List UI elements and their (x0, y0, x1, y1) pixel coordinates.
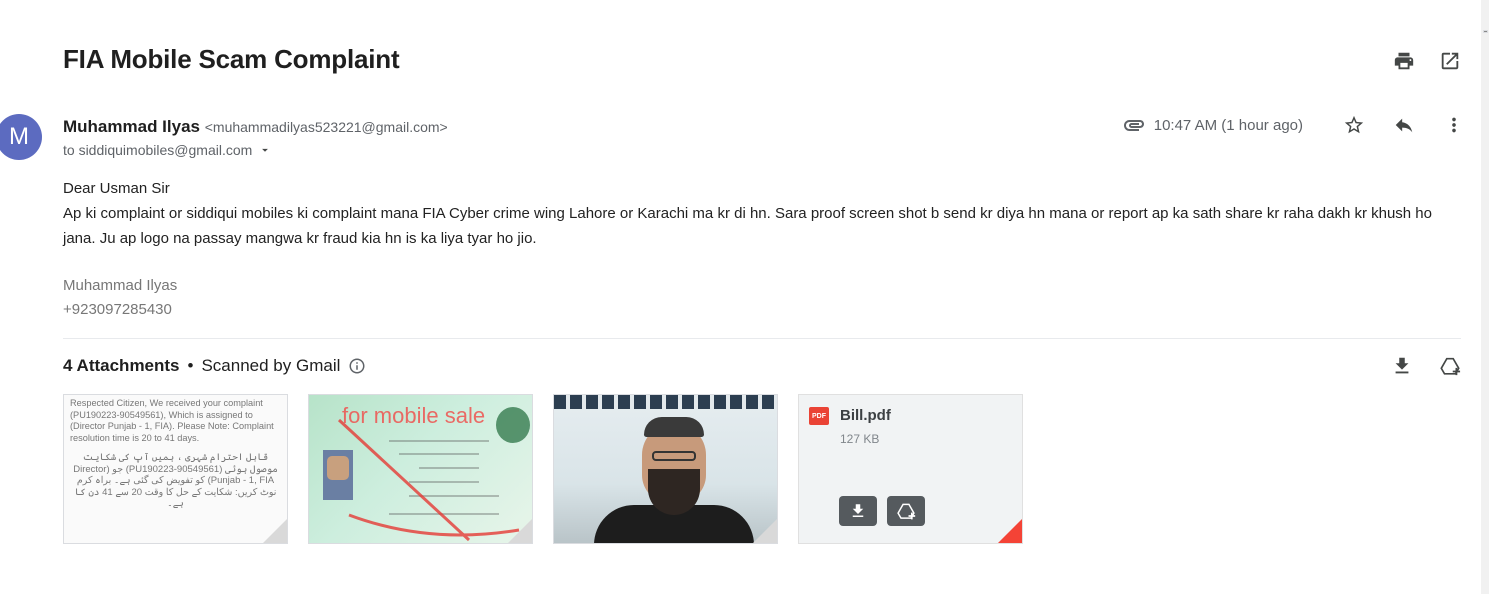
photo-glasses (652, 451, 696, 461)
pdf-corner (998, 519, 1022, 543)
star-button[interactable] (1343, 114, 1365, 136)
attachment-thumbnails: Respected Citizen, We received your comp… (63, 394, 1023, 544)
signature: Muhammad Ilyas +923097285430 (63, 274, 177, 322)
thumbnail-corner (753, 519, 777, 543)
scrollbar-thumb[interactable] (1483, 30, 1488, 33)
scanned-label: Scanned by Gmail (201, 356, 341, 375)
chevron-down-icon (262, 148, 269, 152)
message-body: Dear Usman Sir Ap ki complaint or siddiq… (63, 176, 1468, 251)
attachments-actions (1391, 355, 1461, 377)
more-vert-icon (1452, 117, 1456, 133)
open-new-window-icon (1441, 52, 1459, 70)
download-all-button[interactable] (1391, 355, 1413, 377)
attachments-header: 4 Attachments • Scanned by Gmail (63, 356, 366, 376)
star-icon (1344, 115, 1364, 134)
add-to-drive-icon (1440, 357, 1461, 376)
print-button[interactable] (1393, 50, 1415, 72)
reply-icon (1395, 118, 1413, 133)
download-icon (1395, 357, 1409, 374)
reply-button[interactable] (1393, 114, 1415, 136)
recipient-text: to siddiquimobiles@gmail.com (63, 142, 253, 158)
complaint-english-text: Respected Citizen, We received your comp… (70, 398, 274, 443)
sender-name[interactable]: Muhammad Ilyas (63, 117, 200, 136)
sender-line: Muhammad Ilyas <muhammadilyas523221@gmai… (63, 117, 448, 137)
scan-info-button[interactable] (348, 357, 366, 375)
card-watermark: for mobile sale (342, 403, 486, 428)
top-actions (1393, 50, 1461, 72)
signature-phone: +923097285430 (63, 301, 172, 318)
pdf-filesize: 127 KB (840, 432, 880, 446)
pdf-filename: Bill.pdf (840, 407, 891, 424)
greeting: Dear Usman Sir (63, 180, 170, 197)
add-all-to-drive-button[interactable] (1439, 355, 1461, 377)
sender-email: <muhammadilyas523221@gmail.com> (204, 119, 448, 135)
sender-avatar[interactable]: M (0, 114, 42, 160)
download-icon (852, 504, 864, 517)
attachment-person-photo[interactable] (553, 394, 778, 544)
signature-name: Muhammad Ilyas (63, 277, 178, 294)
thumbnail-corner (508, 519, 532, 543)
photo-background-stripe (554, 395, 777, 409)
attachment-complaint-screenshot[interactable]: Respected Citizen, We received your comp… (63, 394, 288, 544)
pdf-actions (839, 496, 925, 526)
message-meta: 10:47 AM (1 hour ago) (1122, 113, 1465, 137)
info-icon (349, 358, 365, 374)
attachment-icon (1123, 120, 1144, 131)
body-text: Ap ki complaint or siddiqui mobiles ki c… (63, 205, 1432, 247)
add-to-drive-icon (897, 503, 916, 520)
photo-cap (644, 417, 704, 437)
complaint-urdu-text: قابل احترام شہری ، ہمیں آپ کی شکایت موصو… (73, 452, 278, 509)
print-icon (1394, 52, 1414, 70)
scrollbar[interactable] (1481, 0, 1489, 594)
recipient-line: to siddiquimobiles@gmail.com (63, 142, 272, 158)
attachment-id-card[interactable]: for mobile sale (308, 394, 533, 544)
message-time: 10:47 AM (1 hour ago) (1153, 116, 1303, 134)
more-options-button[interactable] (1443, 114, 1465, 136)
open-new-window-button[interactable] (1439, 50, 1461, 72)
divider (63, 338, 1461, 339)
email-subject: FIA Mobile Scam Complaint (63, 44, 400, 74)
thumbnail-corner (263, 519, 287, 543)
attachments-count: 4 Attachments (63, 356, 180, 375)
pdf-download-button[interactable] (839, 496, 877, 526)
pdf-add-to-drive-button[interactable] (887, 496, 925, 526)
recipient-details-button[interactable] (258, 143, 272, 157)
attachment-pdf[interactable]: PDF Bill.pdf 127 KB (798, 394, 1023, 544)
pdf-file-icon: PDF (809, 407, 829, 425)
separator-dot: • (187, 356, 194, 375)
